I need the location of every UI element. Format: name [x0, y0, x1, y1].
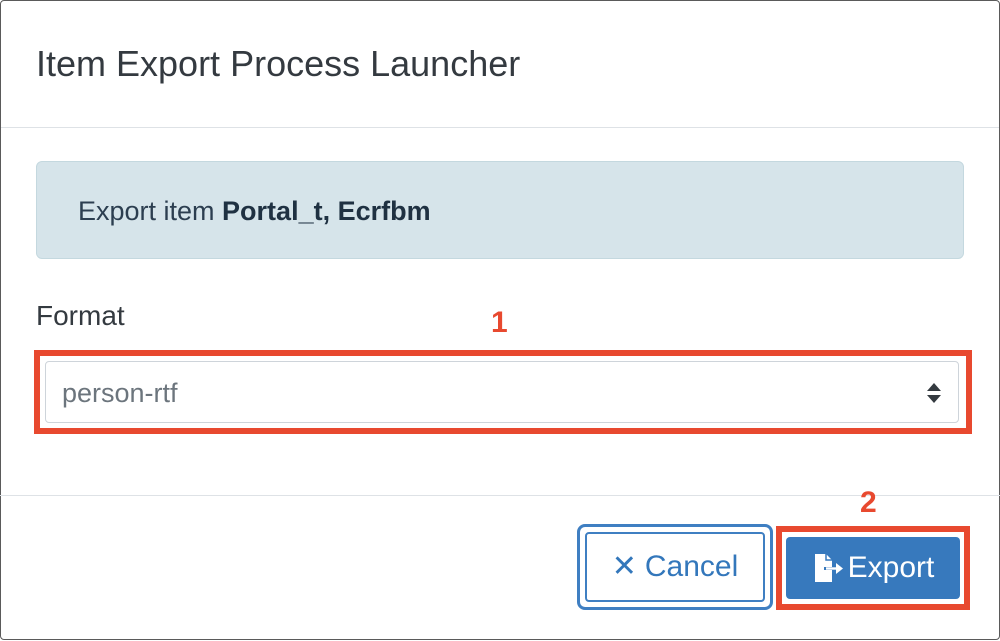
format-select-value: person-rtf: [62, 378, 178, 408]
file-export-icon: [814, 554, 843, 582]
dialog-header: Item Export Process Launcher: [1, 1, 999, 128]
annotation-step-2: 2: [860, 486, 877, 519]
info-alert: Export item Portal_t, Ecrfbm: [36, 161, 964, 259]
cancel-button[interactable]: ✕ Cancel: [577, 524, 773, 610]
sort-arrows-icon: [927, 383, 941, 403]
annotation-step-1: 1: [491, 306, 508, 339]
export-button[interactable]: Export: [786, 537, 960, 599]
cancel-button-inner: ✕ Cancel: [585, 532, 765, 602]
alert-item-name: Portal_t, Ecrfbm: [222, 196, 431, 226]
cancel-label: Cancel: [644, 550, 739, 583]
alert-prefix: Export item: [78, 196, 223, 226]
alert-message: Export item Portal_t, Ecrfbm: [78, 194, 431, 228]
format-label: Format: [36, 300, 125, 331]
export-label: Export: [847, 551, 935, 584]
format-select[interactable]: person-rtf: [45, 361, 959, 423]
close-icon: ✕: [611, 550, 637, 583]
dialog-title: Item Export Process Launcher: [36, 43, 521, 84]
